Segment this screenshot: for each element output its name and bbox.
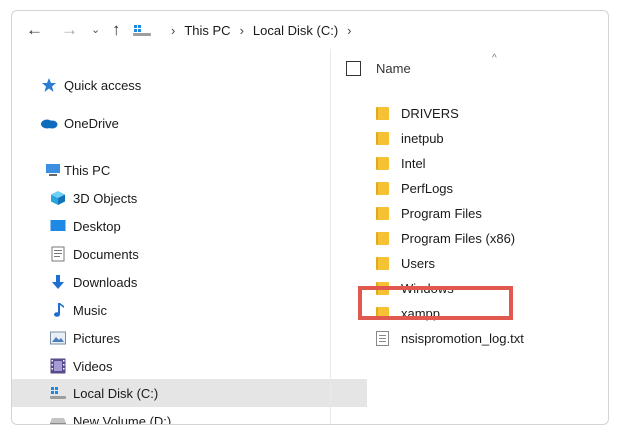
select-all-checkbox[interactable] (346, 61, 361, 76)
breadcrumb-local-disk[interactable]: Local Disk (C:) (253, 23, 338, 38)
local-disk-icon (132, 23, 152, 37)
sidebar-item-label: New Volume (D:) (73, 413, 172, 425)
chevron-right-icon: › (171, 22, 176, 38)
list-item[interactable]: PerfLogs (376, 176, 453, 200)
drive-icon (49, 413, 67, 424)
file-name: inetpub (401, 130, 444, 146)
pictures-icon (49, 330, 67, 346)
sidebar-item-label: This PC (64, 162, 111, 178)
text-file-icon (376, 330, 389, 346)
sidebar-item-documents[interactable]: Documents (12, 240, 367, 268)
file-name: DRIVERS (401, 105, 459, 121)
sidebar-item-label: OneDrive (64, 115, 119, 131)
chevron-right-icon[interactable]: › (347, 23, 351, 38)
breadcrumb-this-pc[interactable]: This PC (184, 23, 230, 38)
sidebar-item-desktop[interactable]: Desktop (12, 212, 367, 240)
list-item[interactable]: Intel (376, 151, 426, 175)
sort-ascending-icon: ^ (492, 53, 497, 64)
folder-icon (376, 156, 389, 170)
sidebar-item-onedrive[interactable]: OneDrive (12, 109, 358, 137)
sidebar-item-label: Videos (73, 358, 113, 374)
desktop-icon (49, 218, 67, 234)
chevron-right-icon: › (239, 22, 244, 38)
navigation-pane: Quick access OneDrive This PC 3D Objects… (12, 49, 367, 424)
highlight-box (358, 286, 513, 320)
sidebar-item-local-disk[interactable]: Local Disk (C:) (12, 379, 367, 407)
cube-icon (49, 190, 67, 206)
folder-icon (376, 106, 389, 120)
computer-icon (44, 162, 62, 178)
sidebar-item-label: Downloads (73, 274, 138, 290)
folder-icon (376, 231, 389, 245)
file-name: Program Files (401, 205, 482, 221)
cloud-icon (40, 115, 58, 131)
folder-icon (376, 256, 389, 270)
sidebar-item-label: Desktop (73, 218, 121, 234)
sidebar-item-new-volume[interactable]: New Volume (D:) (12, 407, 367, 425)
list-item[interactable]: Program Files (x86) (376, 226, 515, 250)
file-explorer-window: ← → ⌄ ↑ › This PC › Local Disk (C:) › Qu… (11, 10, 609, 425)
file-name: Program Files (x86) (401, 230, 516, 246)
file-name: Intel (401, 155, 426, 171)
sidebar-item-this-pc[interactable]: This PC (12, 156, 362, 184)
sidebar-item-label: 3D Objects (73, 190, 138, 206)
arrow-right-icon[interactable]: → (61, 20, 78, 40)
sidebar-item-label: Music (73, 302, 107, 318)
sidebar-item-pictures[interactable]: Pictures (12, 324, 367, 352)
file-name: Users (401, 255, 435, 271)
folder-icon (376, 206, 389, 220)
sidebar-item-label: Local Disk (C:) (73, 385, 159, 401)
list-item[interactable]: DRIVERS (376, 101, 459, 125)
pane-divider[interactable] (330, 49, 331, 424)
music-icon (49, 302, 67, 318)
arrow-left-icon[interactable]: ← (26, 20, 43, 40)
column-header-name[interactable]: Name (346, 61, 411, 76)
sidebar-item-downloads[interactable]: Downloads (12, 268, 367, 296)
list-item[interactable]: nsispromotion_log.txt (376, 326, 524, 350)
sidebar-item-music[interactable]: Music (12, 296, 367, 324)
list-item[interactable]: inetpub (376, 126, 444, 150)
local-disk-icon (49, 385, 67, 401)
documents-icon (49, 246, 67, 262)
column-header-label: Name (376, 61, 411, 76)
sidebar-item-label: Quick access (64, 77, 142, 93)
file-list: ^ Name DRIVERS inetpub Intel PerfLogs Pr… (332, 49, 608, 424)
sidebar-item-quick-access[interactable]: Quick access (12, 71, 358, 99)
sidebar-item-3d-objects[interactable]: 3D Objects (12, 184, 367, 212)
folder-icon (376, 131, 389, 145)
download-icon (49, 274, 67, 290)
list-item[interactable]: Users (376, 251, 435, 275)
star-icon (40, 77, 58, 93)
address-bar[interactable]: › This PC › Local Disk (C:) › (132, 18, 608, 42)
folder-icon (376, 181, 389, 195)
navigation-toolbar: ← → ⌄ ↑ › This PC › Local Disk (C:) › (12, 11, 608, 49)
arrow-up-icon[interactable]: ↑ (112, 20, 121, 40)
chevron-down-icon[interactable]: ⌄ (91, 20, 100, 40)
list-item[interactable]: Program Files (376, 201, 482, 225)
sidebar-item-label: Documents (73, 246, 139, 262)
sidebar-item-videos[interactable]: Videos (12, 352, 367, 380)
file-name: nsispromotion_log.txt (401, 330, 524, 346)
sidebar-item-label: Pictures (73, 330, 120, 346)
videos-icon (49, 358, 67, 374)
file-name: PerfLogs (401, 180, 454, 196)
